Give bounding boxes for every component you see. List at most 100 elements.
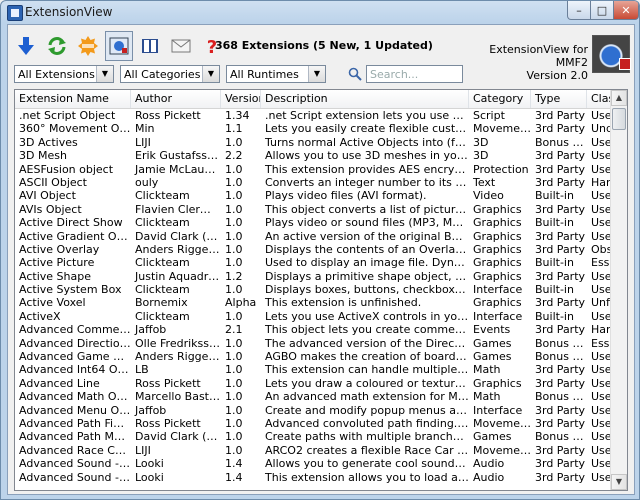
cell-description: Allows you to generate cool sound effect… [265,457,469,471]
cell-version: 1.0 [225,443,243,457]
search-input[interactable] [366,65,463,83]
book-button[interactable] [136,31,164,61]
cell-type: Bonus Pack [535,135,587,149]
cell-version: 1.0 [225,135,243,149]
scroll-up-icon[interactable]: ▲ [611,90,627,106]
cell-extension-name: Active Gradient Object [19,229,131,243]
cell-description: This extension provides AES encryption c… [265,162,469,176]
table-row[interactable]: .net Script Object Ross Pickett 1.34 .net S… [15,109,627,122]
cell-type: 3rd Party [535,242,586,256]
refresh-icon [48,37,66,55]
table-row[interactable]: Advanced Race Car Object 2 LIJI 1.0 ARCO2 c… [15,444,627,457]
column-header-extension-name[interactable]: Extension Name [15,90,131,108]
categories-filter-value: All Categories [124,68,201,81]
cell-author: Anders Riggelsen (... [135,242,221,256]
column-header-type[interactable]: Type [531,90,587,108]
refresh-button[interactable] [43,31,71,61]
column-header-author[interactable]: Author [131,90,221,108]
table-row[interactable]: Active Gradient Object David Clark (Alien… [15,230,627,243]
cell-type: 3rd Party [535,457,586,471]
maximize-button[interactable]: □ [590,1,614,20]
client-area: ? 368 Extensions (5 New, 1 Updated) Exte… [7,24,635,495]
table-row[interactable]: 360° Movement Object Min 1.1 Lets you easil… [15,122,627,135]
cell-description: Lets you use ActiveX controls in your ap… [265,309,469,323]
column-header-description[interactable]: Description [261,90,469,108]
table-row[interactable]: Advanced Direction Object Olle Fredriksso… [15,337,627,350]
scroll-thumb[interactable] [612,108,626,130]
table-row[interactable]: Advanced Line Ross Pickett 1.0 Lets you dra… [15,377,627,390]
table-row[interactable]: Advanced Sound - Player Looki 1.4 This exte… [15,471,627,484]
cell-description: Converts an integer number to its corres… [265,175,469,189]
cell-description: Turns normal Active Objects into (fat) 3… [265,135,469,149]
table-row[interactable]: Active Shape Justin Aquadro (Ret... 1.2 Dis… [15,270,627,283]
table-row[interactable]: AVIs Object Flavien Clermont (S... 1.0 This… [15,203,627,216]
main-window: ExtensionView – □ ✕ ? 368 Extensions (5 … [0,0,640,500]
cell-type: 3rd Party [535,296,586,310]
cell-version: 1.4 [225,457,243,471]
minimize-button[interactable]: – [567,1,591,20]
cell-author: Justin Aquadro (Ret... [135,269,221,283]
table-row[interactable]: Advanced Path Finding Ross Pickett 1.0 Adva… [15,417,627,430]
cell-category: Graphics [473,256,522,270]
table-row[interactable]: 3D Actives LIJI 1.0 Turns normal Active Obj… [15,136,627,149]
table-row[interactable]: Advanced Int64 Object LB 1.0 This extension… [15,363,627,376]
cell-extension-name: Advanced Game Board [19,350,131,364]
table-row[interactable]: Active Picture Clickteam 1.0 Used to displa… [15,256,627,269]
column-header-version[interactable]: Version [221,90,261,108]
new-button[interactable] [74,31,102,61]
cell-type: 3rd Party [535,122,586,136]
cell-description: Create paths with multiple branches wher… [265,430,469,444]
cell-author: Looki [135,457,164,471]
cell-author: LIJI [135,443,151,457]
download-button[interactable] [12,31,40,61]
cell-type: Built-in [535,189,574,203]
table-row[interactable]: Advanced Comment Object Jaffob 2.1 This obj… [15,323,627,336]
title-bar[interactable]: ExtensionView – □ ✕ [1,1,639,23]
close-button[interactable]: ✕ [613,1,639,20]
runtimes-filter-select[interactable]: All Runtimes ▼ [226,65,326,83]
vertical-scrollbar[interactable]: ▲ ▼ [610,90,627,490]
cell-description: Displays the contents of an Overlay Redu… [265,242,469,256]
runtimes-filter-value: All Runtimes [230,68,299,81]
table-row[interactable]: Active Overlay Anders Riggelsen (... 1.0 Di… [15,243,627,256]
email-icon [171,39,191,53]
app-logo [592,35,631,73]
cell-version: 1.2 [225,269,243,283]
table-row[interactable]: Active Voxel Bornemix Alpha This extension … [15,296,627,309]
table-row[interactable]: Advanced Game Board Anders Riggelsen (...… [15,350,627,363]
cell-category: Movement [473,443,531,457]
extensions-filter-select[interactable]: All Extensions ▼ [14,65,114,83]
extension-list[interactable]: Extension Name Author Version Descriptio… [14,89,628,491]
cell-type: 3rd Party [535,109,586,122]
table-row[interactable]: Advanced Menu Object Jaffob 1.0 Create and … [15,404,627,417]
view-button[interactable] [105,31,133,61]
table-row[interactable]: Advanced Math Object Marcello Bastea-Fo..… [15,390,627,403]
cell-category: Games [473,430,512,444]
table-row[interactable]: 3D Mesh Erik Gustafsson (Tu... 2.2 Allows y… [15,149,627,162]
cell-version: 1.0 [225,256,243,270]
cell-type: Bonus Pack [535,430,587,444]
cell-category: Graphics [473,376,522,390]
categories-filter-select[interactable]: All Categories ▼ [120,65,220,83]
cell-category: Games [473,336,512,350]
cell-description: Plays video files (AVI format). [265,189,427,203]
cell-author: LIJI [135,135,151,149]
table-row[interactable]: Active System Box Clickteam 1.0 Displays bo… [15,283,627,296]
email-button[interactable] [167,31,195,61]
table-row[interactable]: AVI Object Clickteam 1.0 Plays video files … [15,189,627,202]
table-row[interactable]: AESFusion object Jamie McLaughlin 1.0 This … [15,163,627,176]
column-header-category[interactable]: Category [469,90,531,108]
table-row[interactable]: ASCII Object ouly 1.0 Converts an integer n… [15,176,627,189]
table-row[interactable]: Active Direct Show Clickteam 1.0 Plays vide… [15,216,627,229]
table-row[interactable]: ActiveX Clickteam 1.0 Lets you use ActiveX … [15,310,627,323]
table-row[interactable]: Advanced Path Movement David Clark (Alien… [15,430,627,443]
cell-description: This object lets you create comments as … [265,323,469,337]
cell-extension-name: Advanced Math Object [19,390,131,404]
cell-category: Script [473,109,505,122]
cell-description: Allows you to use 3D meshes in your appl… [265,149,469,163]
cell-version: 1.1 [225,122,243,136]
cell-type: Bonus Pack [535,336,587,350]
table-row[interactable]: Advanced Sound - Generator Looki 1.4 Allows… [15,457,627,470]
scroll-down-icon[interactable]: ▼ [611,474,627,490]
cell-version: 1.0 [225,216,243,230]
